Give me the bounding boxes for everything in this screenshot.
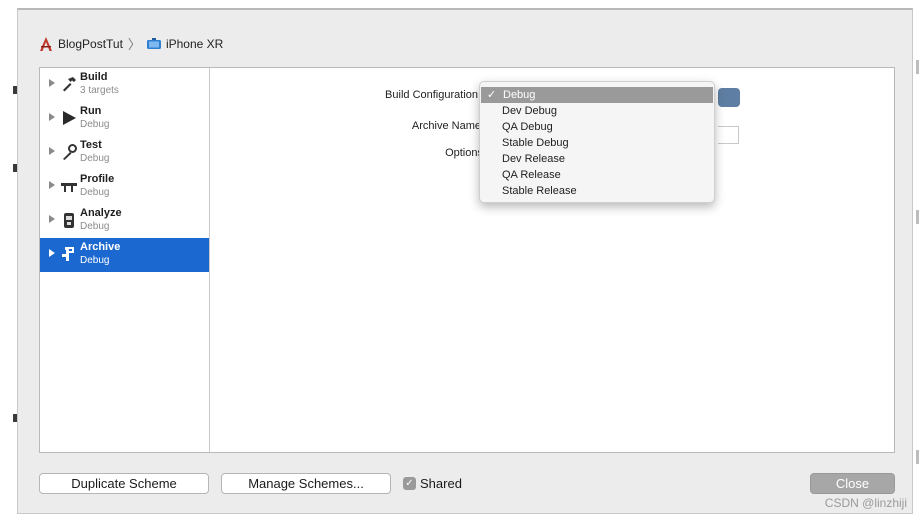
menu-item-label: Dev Release (502, 153, 565, 165)
action-title: Run (80, 105, 102, 117)
action-subtitle: Debug (80, 187, 110, 198)
menu-item-label: Stable Release (502, 185, 577, 197)
shared-checkbox[interactable]: ✓ (403, 477, 416, 490)
breadcrumb: BlogPostTut 〉 iPhone XR (38, 34, 223, 53)
action-subtitle: Debug (80, 119, 110, 130)
menu-item-label: Debug (503, 89, 536, 101)
sidebar-item-run[interactable]: Run Debug (40, 102, 209, 136)
menu-item-stable-debug[interactable]: Stable Debug (480, 135, 714, 151)
watermark: CSDN @linzhiji (824, 496, 907, 510)
simulator-device-icon (146, 37, 161, 49)
disclosure-triangle-icon[interactable] (49, 79, 55, 87)
menu-item-dev-debug[interactable]: Dev Debug (480, 103, 714, 119)
analyze-icon (64, 213, 74, 228)
background-window-left (0, 0, 18, 520)
breadcrumb-chevron-icon: 〉 (127, 37, 141, 52)
archive-icon (62, 247, 74, 261)
menu-item-dev-release[interactable]: Dev Release (480, 151, 714, 167)
play-icon (63, 111, 76, 125)
disclosure-triangle-icon[interactable] (49, 181, 55, 189)
scheme-editor-sheet: BlogPostTut 〉 iPhone XR Build 3 targets (17, 8, 913, 514)
action-title: Test (80, 139, 102, 151)
duplicate-scheme-button[interactable]: Duplicate Scheme (39, 473, 209, 494)
options-label: Options (445, 147, 483, 159)
disclosure-triangle-icon[interactable] (49, 249, 55, 257)
menu-item-qa-release[interactable]: QA Release (480, 167, 714, 183)
background-window-right (913, 0, 921, 520)
action-subtitle: Debug (80, 255, 110, 266)
sidebar-item-archive[interactable]: Archive Debug (40, 238, 209, 272)
sidebar-item-profile[interactable]: Profile Debug (40, 170, 209, 204)
build-configuration-popup-button[interactable] (718, 88, 740, 107)
action-sidebar: Build 3 targets Run Debug Test Debug Pro… (40, 68, 210, 452)
menu-item-label: QA Debug (502, 121, 553, 133)
archive-name-field[interactable] (718, 126, 739, 144)
action-title: Build (80, 71, 108, 83)
close-button[interactable]: Close (810, 473, 895, 494)
action-subtitle: Debug (80, 221, 110, 232)
build-configuration-menu: ✓ Debug Dev Debug QA Debug Stable Debug … (479, 81, 715, 203)
gauge-icon (61, 183, 77, 192)
action-subtitle: 3 targets (80, 85, 119, 96)
breadcrumb-device-label: iPhone XR (165, 36, 224, 51)
action-title: Archive (80, 241, 121, 253)
shared-checkbox-label: Shared (420, 476, 462, 491)
action-subtitle: Debug (80, 153, 110, 164)
background-mark (916, 60, 919, 74)
sidebar-item-test[interactable]: Test Debug (40, 136, 209, 170)
menu-item-qa-debug[interactable]: QA Debug (480, 119, 714, 135)
menu-item-stable-release[interactable]: Stable Release (480, 183, 714, 199)
archive-name-label: Archive Name (411, 120, 481, 132)
wrench-icon (63, 144, 77, 160)
sidebar-item-analyze[interactable]: Analyze Debug (40, 204, 209, 238)
disclosure-triangle-icon[interactable] (49, 215, 55, 223)
shared-checkbox-row[interactable]: ✓ Shared (403, 476, 462, 491)
breadcrumb-device[interactable]: iPhone XR (146, 37, 223, 51)
menu-item-label: Dev Debug (502, 105, 558, 117)
menu-item-debug[interactable]: ✓ Debug (481, 87, 713, 103)
disclosure-triangle-icon[interactable] (49, 147, 55, 155)
checkmark-icon: ✓ (487, 89, 497, 101)
hammer-icon (63, 77, 76, 92)
background-mark (916, 450, 919, 464)
breadcrumb-project-label: BlogPostTut (58, 36, 123, 51)
background-mark (916, 210, 919, 224)
action-title: Analyze (80, 207, 122, 219)
menu-item-label: Stable Debug (502, 137, 569, 149)
menu-item-label: QA Release (502, 169, 561, 181)
xcode-app-icon (40, 36, 52, 51)
action-title: Profile (80, 173, 115, 185)
breadcrumb-project[interactable]: BlogPostTut (38, 36, 123, 52)
sidebar-item-build[interactable]: Build 3 targets (40, 68, 209, 102)
disclosure-triangle-icon[interactable] (49, 113, 55, 121)
manage-schemes-button[interactable]: Manage Schemes... (221, 473, 391, 494)
build-configuration-label: Build Configuration (385, 89, 478, 101)
